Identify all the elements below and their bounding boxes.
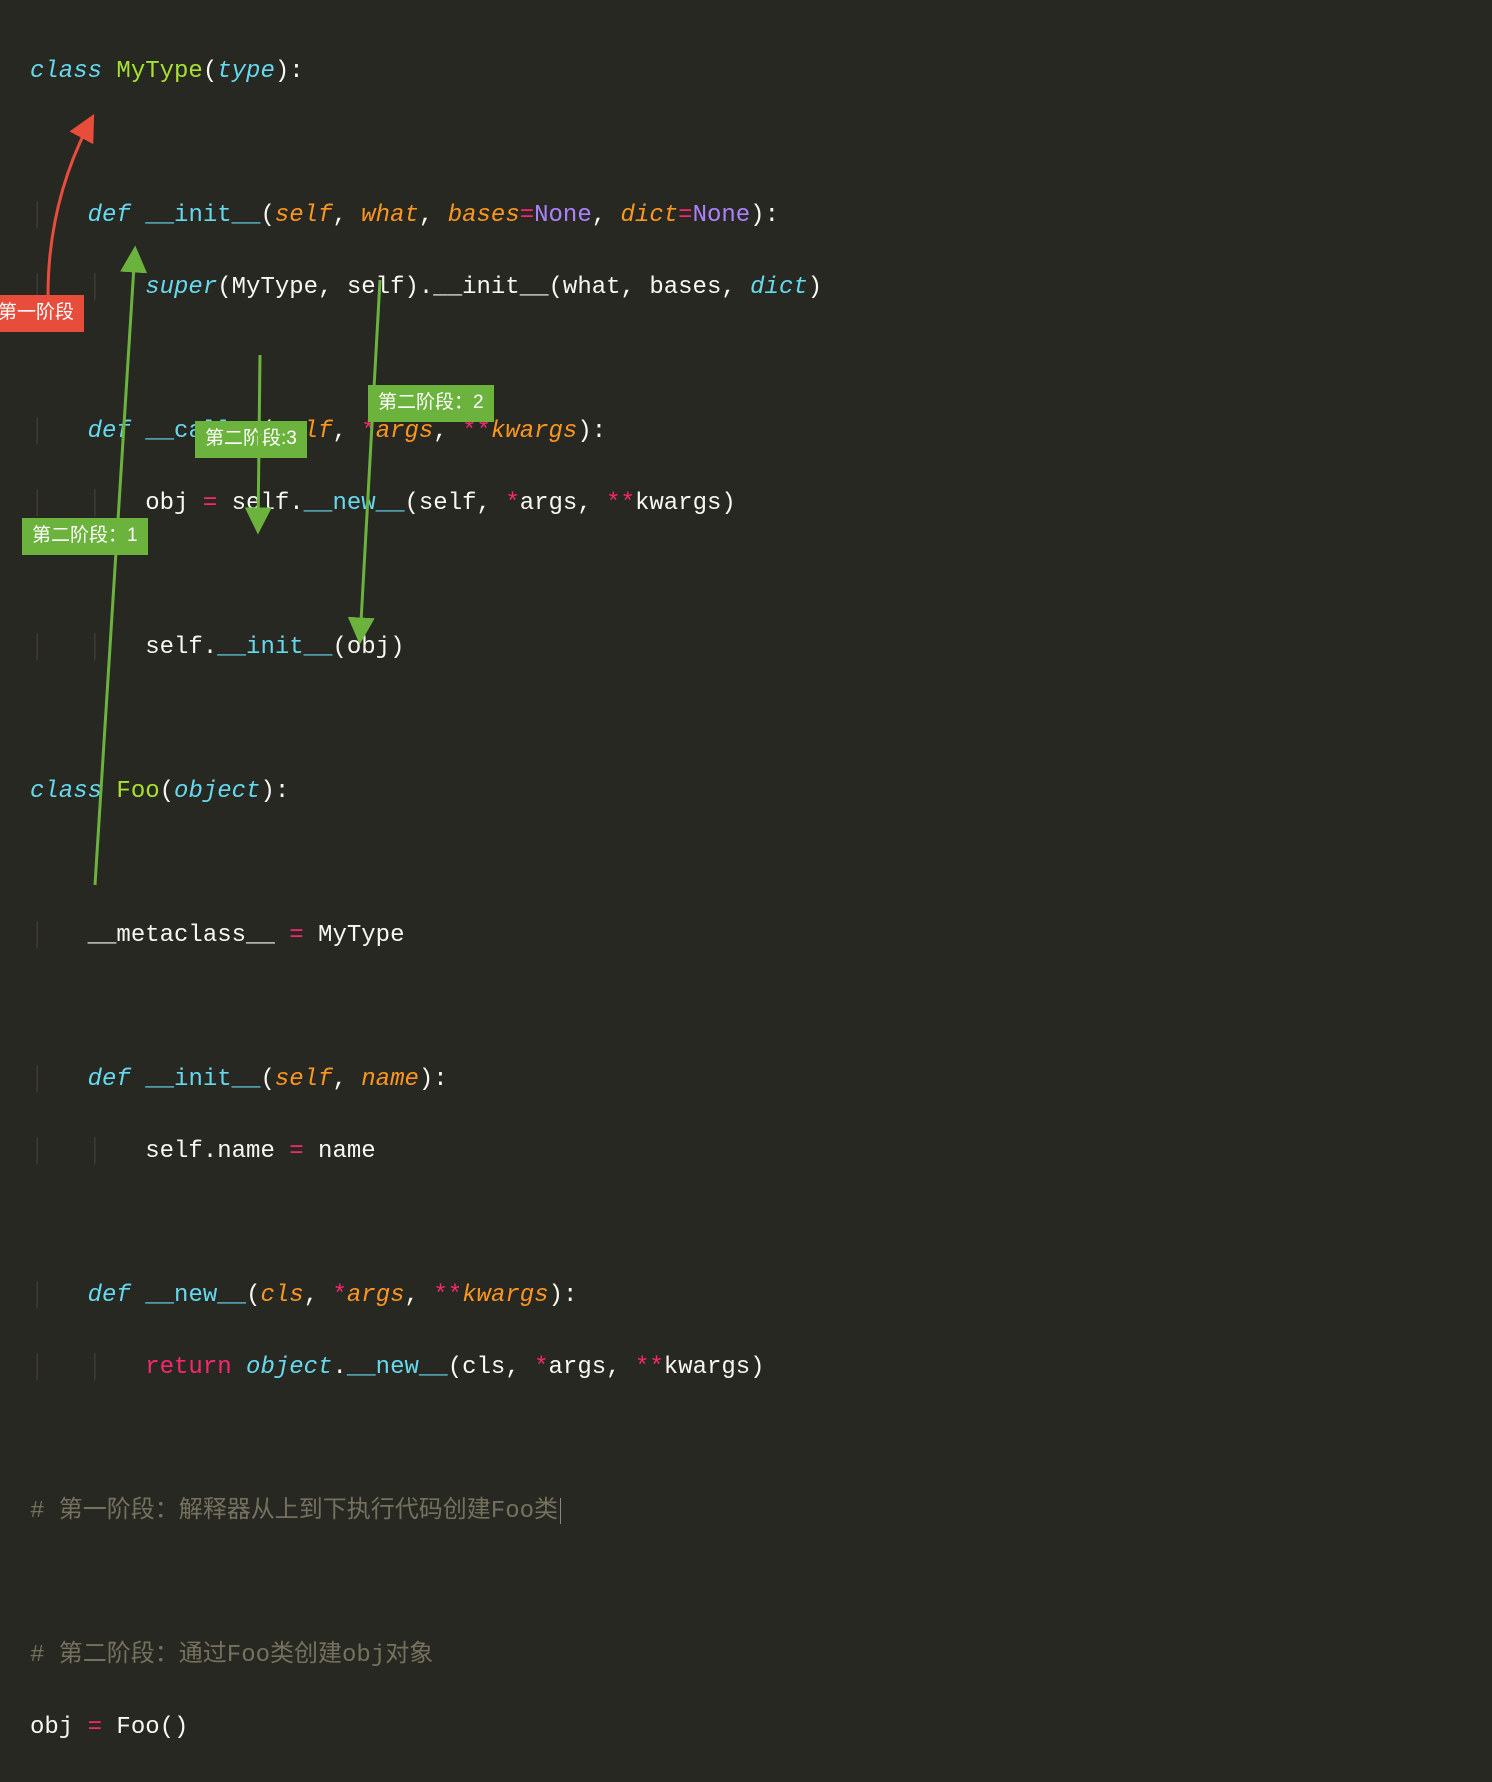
code-line: │ │ self.name = name <box>30 1134 1492 1170</box>
code-line: │ def __new__(cls, *args, **kwargs): <box>30 1278 1492 1314</box>
code-line: │ __metaclass__ = MyType <box>30 918 1492 954</box>
code-line-blank <box>30 1206 1492 1242</box>
annotation-stage2-2: 第二阶段：2 <box>368 385 494 422</box>
code-line: obj = Foo() <box>30 1710 1492 1746</box>
func-init: __init__ <box>145 202 260 229</box>
keyword-def: def <box>88 202 131 229</box>
code-line-blank <box>30 846 1492 882</box>
code-line-blank <box>30 1422 1492 1458</box>
annotation-stage2-3: 第二阶段:3 <box>195 421 307 458</box>
code-line: │ │ super(MyType, self).__init__(what, b… <box>30 270 1492 306</box>
base-type: type <box>217 58 275 85</box>
annotation-stage2-1: 第二阶段：1 <box>22 518 148 555</box>
code-line-blank <box>30 558 1492 594</box>
code-line-blank <box>30 702 1492 738</box>
code-line: │ │ obj = self.__new__(self, *args, **kw… <box>30 486 1492 522</box>
code-line-comment: # 第一阶段：解释器从上到下执行代码创建Foo类 <box>30 1494 1492 1530</box>
code-line: │ │ self.__init__(obj) <box>30 630 1492 666</box>
code-line-comment: # 第二阶段：通过Foo类创建obj对象 <box>30 1638 1492 1674</box>
code-line: │ def __init__(self, name): <box>30 1062 1492 1098</box>
code-line-blank <box>30 1566 1492 1602</box>
keyword-class: class <box>30 58 102 85</box>
code-line: │ │ return object.__new__(cls, *args, **… <box>30 1350 1492 1386</box>
code-editor: class MyType(type): │ def __init__(self,… <box>30 18 1492 1782</box>
code-line-blank <box>30 990 1492 1026</box>
code-line: class MyType(type): <box>30 54 1492 90</box>
code-line: class Foo(object): <box>30 774 1492 810</box>
code-line-blank <box>30 126 1492 162</box>
classname-mytype: MyType <box>116 58 202 85</box>
text-cursor <box>560 1498 561 1524</box>
code-line: │ def __init__(self, what, bases=None, d… <box>30 198 1492 234</box>
annotation-stage1: 第一阶段 <box>0 295 84 332</box>
code-line-blank <box>30 342 1492 378</box>
